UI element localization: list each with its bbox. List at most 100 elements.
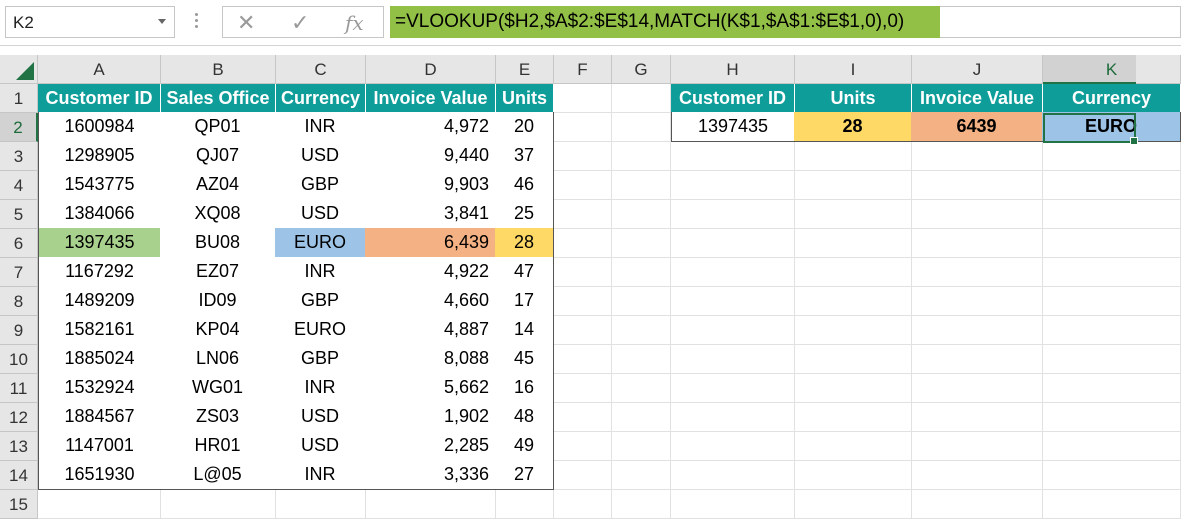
grid-cell[interactable] bbox=[554, 200, 612, 229]
table-header-cell[interactable]: Invoice Value bbox=[366, 84, 496, 113]
row-header-4[interactable]: 4 bbox=[0, 171, 38, 200]
grid-cell[interactable] bbox=[366, 490, 496, 519]
table-cell[interactable]: 1167292 bbox=[38, 257, 161, 287]
table-cell[interactable]: GBP bbox=[275, 170, 366, 200]
grid-cell[interactable] bbox=[1136, 258, 1181, 287]
grid-cell[interactable] bbox=[795, 432, 912, 461]
row-header-8[interactable]: 8 bbox=[0, 287, 38, 316]
grid-cell[interactable] bbox=[612, 345, 671, 374]
table-cell[interactable]: 37 bbox=[495, 141, 554, 171]
grid-cell[interactable] bbox=[276, 490, 366, 519]
grid-cell[interactable] bbox=[912, 200, 1043, 229]
grid-cell[interactable] bbox=[554, 461, 612, 490]
table-cell[interactable]: 3,841 bbox=[365, 199, 496, 229]
grid-cell[interactable] bbox=[612, 258, 671, 287]
table-header-cell[interactable]: Units bbox=[496, 84, 554, 113]
grid-cell[interactable] bbox=[1136, 287, 1181, 316]
table-cell[interactable]: 20 bbox=[495, 112, 554, 142]
table-cell[interactable]: USD bbox=[275, 431, 366, 461]
grid-cell[interactable] bbox=[554, 229, 612, 258]
table-cell[interactable]: KP04 bbox=[160, 315, 276, 345]
grid-cell[interactable] bbox=[795, 461, 912, 490]
table-cell[interactable]: 25 bbox=[495, 199, 554, 229]
grid-cell[interactable] bbox=[912, 490, 1043, 519]
table-cell[interactable]: L@05 bbox=[160, 460, 276, 490]
formula-input[interactable]: =VLOOKUP($H2,$A$2:$E$14,MATCH(K$1,$A$1:$… bbox=[390, 6, 940, 38]
grid-cell[interactable] bbox=[554, 287, 612, 316]
grid-cell[interactable] bbox=[912, 316, 1043, 345]
table-cell[interactable]: LN06 bbox=[160, 344, 276, 374]
table-cell[interactable]: 1884567 bbox=[38, 402, 161, 432]
grid-cell[interactable] bbox=[612, 84, 671, 113]
grid-cell[interactable] bbox=[795, 345, 912, 374]
table-cell[interactable]: WG01 bbox=[160, 373, 276, 403]
table-cell[interactable]: 1582161 bbox=[38, 315, 161, 345]
name-box[interactable]: K2 bbox=[5, 6, 175, 38]
lookup-header-cell[interactable]: Customer ID bbox=[671, 84, 795, 113]
grid-cell[interactable] bbox=[1136, 345, 1181, 374]
grid-cell[interactable] bbox=[554, 142, 612, 171]
grid-cell[interactable] bbox=[612, 316, 671, 345]
row-header-15[interactable]: 15 bbox=[0, 490, 38, 519]
grid-cell[interactable] bbox=[1136, 374, 1181, 403]
grid-cell[interactable] bbox=[612, 142, 671, 171]
table-cell[interactable]: 48 bbox=[495, 402, 554, 432]
table-cell[interactable]: 4,922 bbox=[365, 257, 496, 287]
grid-cell[interactable] bbox=[912, 461, 1043, 490]
table-cell[interactable]: USD bbox=[275, 141, 366, 171]
table-cell[interactable]: AZ04 bbox=[160, 170, 276, 200]
table-cell[interactable]: 3,336 bbox=[365, 460, 496, 490]
grid-cell[interactable] bbox=[671, 403, 795, 432]
grid-cell[interactable] bbox=[795, 200, 912, 229]
grid-cell[interactable] bbox=[671, 316, 795, 345]
grid-cell[interactable] bbox=[795, 403, 912, 432]
grid-cell[interactable] bbox=[554, 84, 612, 113]
grid-cell[interactable] bbox=[1136, 316, 1181, 345]
table-cell[interactable]: 4,972 bbox=[365, 112, 496, 142]
grid-cell[interactable] bbox=[795, 171, 912, 200]
table-cell[interactable]: 9,440 bbox=[365, 141, 496, 171]
table-cell[interactable]: 8,088 bbox=[365, 344, 496, 374]
grid-cell[interactable] bbox=[912, 229, 1043, 258]
table-cell[interactable]: QP01 bbox=[160, 112, 276, 142]
table-cell[interactable]: 1147001 bbox=[38, 431, 161, 461]
grid-cell[interactable] bbox=[671, 490, 795, 519]
grid-cell[interactable] bbox=[161, 490, 276, 519]
grid-cell[interactable] bbox=[671, 258, 795, 287]
grid-cell[interactable] bbox=[612, 461, 671, 490]
table-cell[interactable]: INR bbox=[275, 112, 366, 142]
grid-cell[interactable] bbox=[554, 403, 612, 432]
table-cell[interactable]: 49 bbox=[495, 431, 554, 461]
formula-input-extension[interactable] bbox=[940, 6, 1181, 38]
column-header-c[interactable]: C bbox=[276, 55, 366, 84]
table-header-cell[interactable]: Sales Office bbox=[161, 84, 276, 113]
table-cell[interactable]: 28 bbox=[495, 228, 554, 258]
grid-cell[interactable] bbox=[671, 171, 795, 200]
grid-cell[interactable] bbox=[795, 229, 912, 258]
table-cell[interactable]: EZ07 bbox=[160, 257, 276, 287]
row-header-3[interactable]: 3 bbox=[0, 142, 38, 171]
table-cell[interactable]: 14 bbox=[495, 315, 554, 345]
grid-cell[interactable] bbox=[912, 374, 1043, 403]
column-header-b[interactable]: B bbox=[161, 55, 276, 84]
table-cell[interactable]: GBP bbox=[275, 286, 366, 316]
grid-cell[interactable] bbox=[612, 200, 671, 229]
row-header-5[interactable]: 5 bbox=[0, 200, 38, 229]
table-cell[interactable]: 47 bbox=[495, 257, 554, 287]
grid-cell[interactable] bbox=[612, 171, 671, 200]
grid-cell[interactable] bbox=[1136, 403, 1181, 432]
lookup-value-cell[interactable]: EURO bbox=[1042, 112, 1181, 142]
table-cell[interactable]: GBP bbox=[275, 344, 366, 374]
table-header-cell[interactable]: Currency bbox=[276, 84, 366, 113]
table-cell[interactable]: EURO bbox=[275, 228, 366, 258]
table-cell[interactable]: 5,662 bbox=[365, 373, 496, 403]
grid-cell[interactable] bbox=[1136, 171, 1181, 200]
column-header-e[interactable]: E bbox=[496, 55, 554, 84]
grid-cell[interactable] bbox=[612, 403, 671, 432]
table-cell[interactable]: INR bbox=[275, 257, 366, 287]
grid-cell[interactable] bbox=[1136, 461, 1181, 490]
grid-cell[interactable] bbox=[38, 490, 161, 519]
table-cell[interactable]: QJ07 bbox=[160, 141, 276, 171]
grid-cell[interactable] bbox=[554, 432, 612, 461]
grid-cell[interactable] bbox=[671, 200, 795, 229]
